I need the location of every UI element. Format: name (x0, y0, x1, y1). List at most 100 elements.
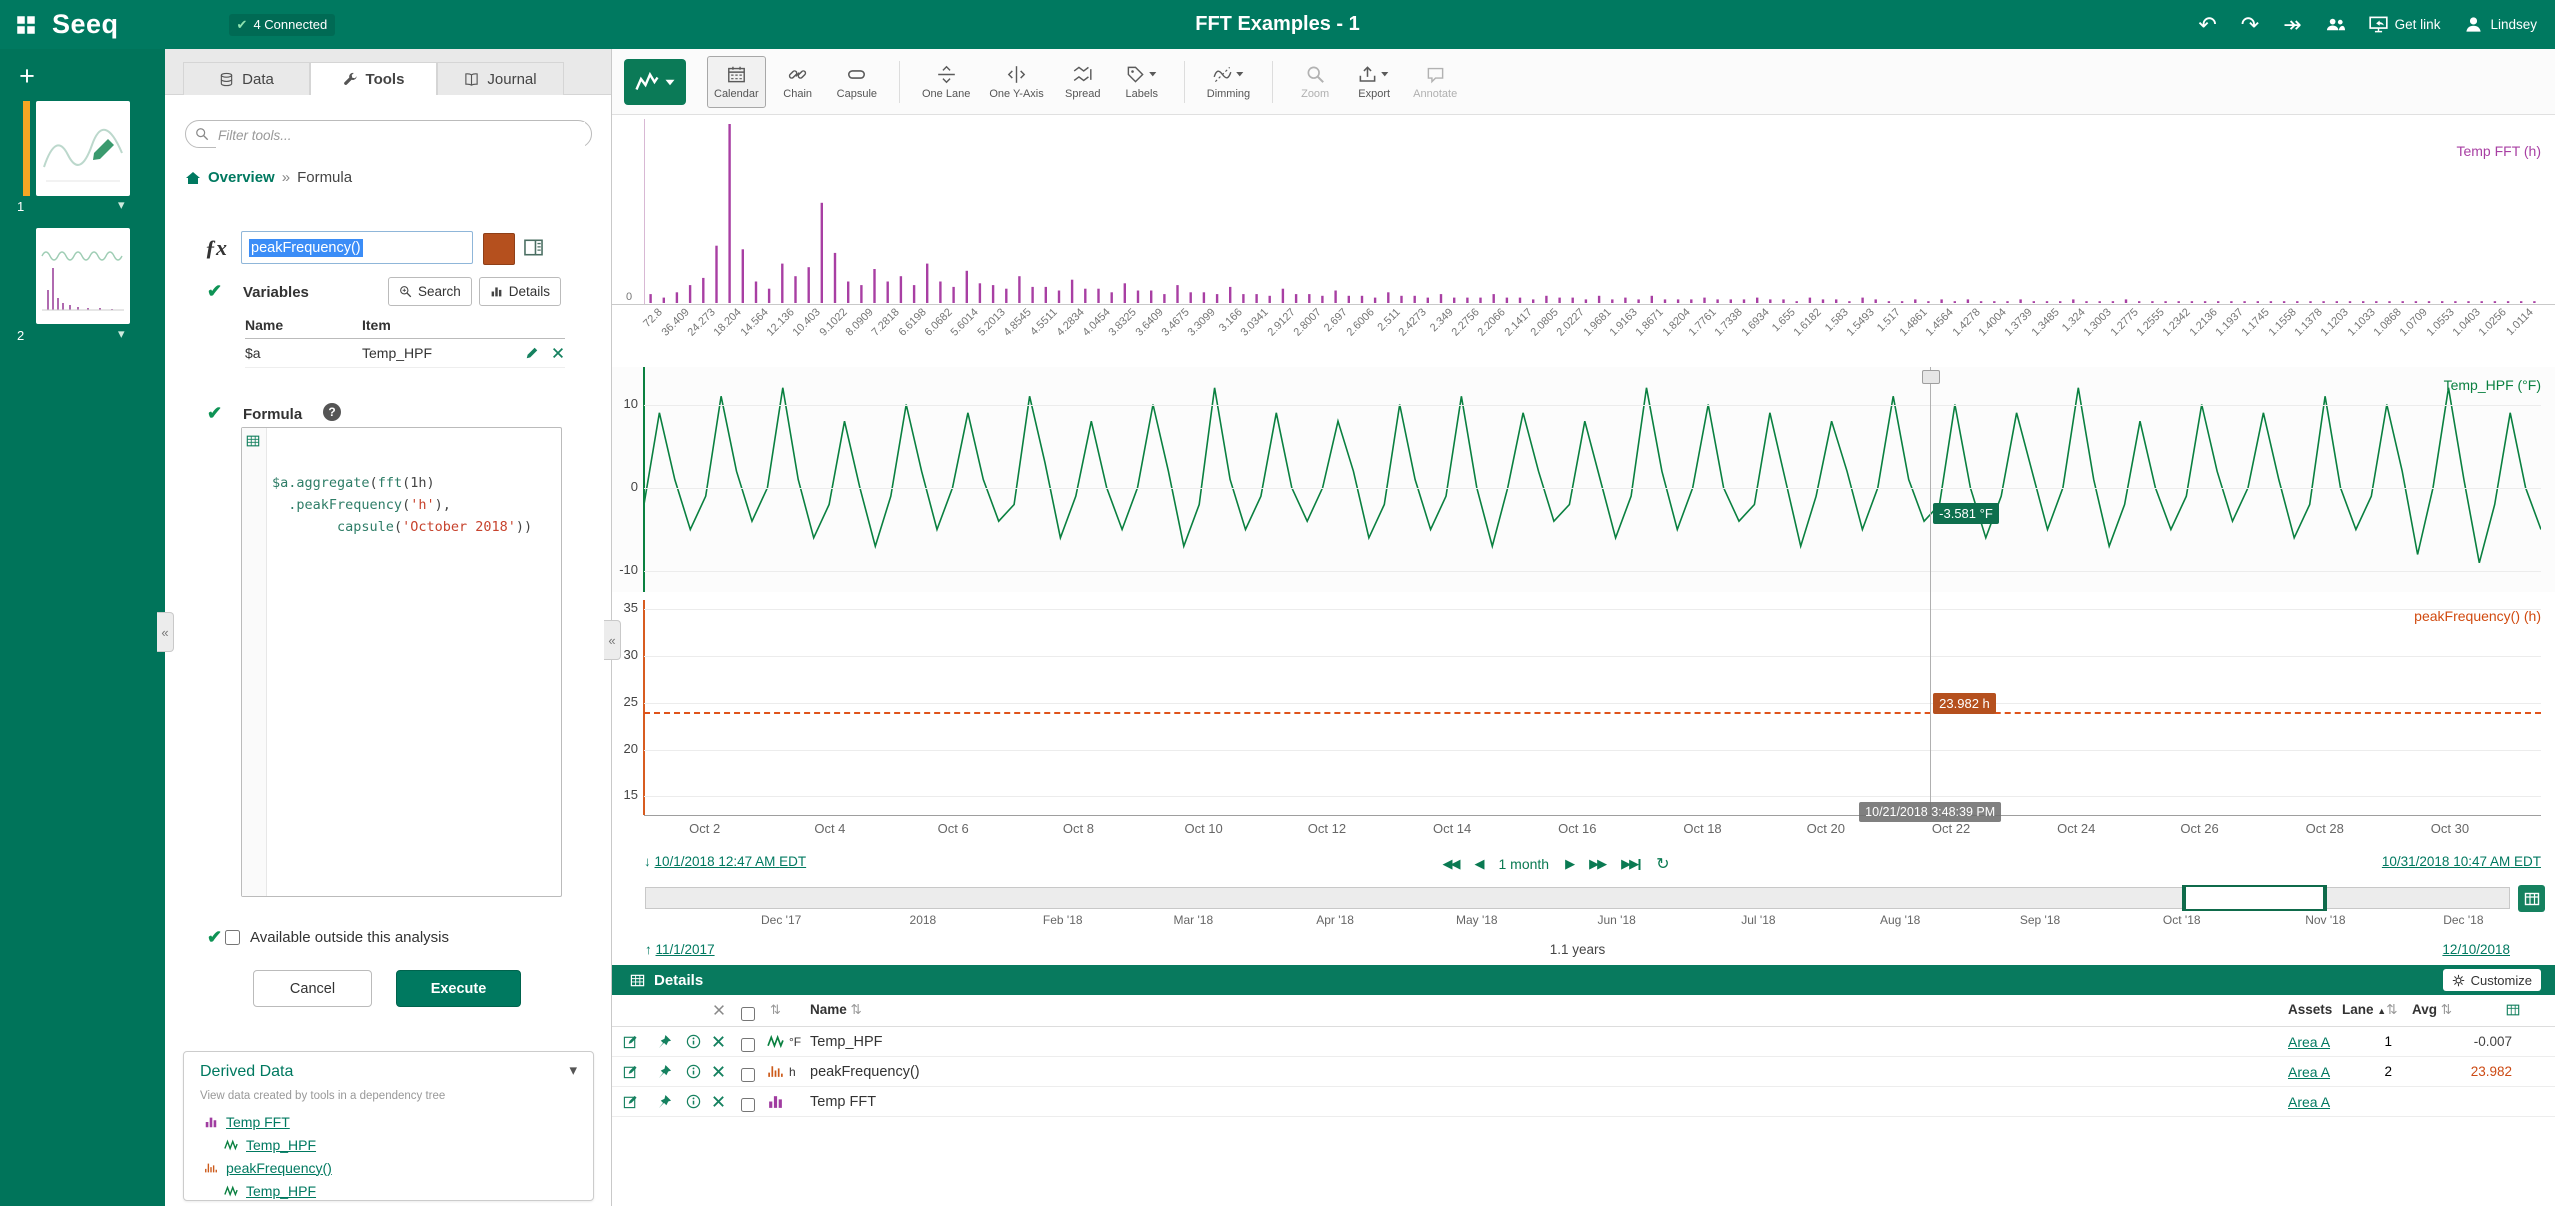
worksheet-thumbnail-1[interactable] (36, 101, 130, 196)
collapse-worksheets-handle[interactable]: « (157, 612, 174, 652)
info-icon[interactable] (686, 1094, 701, 1109)
step-to-end-icon[interactable]: ▶▶ (1621, 856, 1640, 872)
details-row[interactable]: Temp FFTArea A (612, 1087, 2555, 1117)
available-outside-checkbox[interactable] (225, 930, 240, 945)
help-icon[interactable]: ? (323, 403, 341, 421)
step-forward-icon[interactable]: ▶ (1565, 856, 1573, 872)
formula-code-editor[interactable]: $a.aggregate(fft(1h) .peakFrequency('h')… (241, 427, 562, 897)
range-end[interactable]: 10/31/2018 10:47 AM EDT (2382, 854, 2541, 869)
remove-icon[interactable] (711, 1034, 726, 1049)
remove-icon[interactable] (711, 1094, 726, 1109)
step-forward-fast-icon[interactable]: ▶▶ (1589, 856, 1605, 872)
remove-all-icon[interactable] (712, 1003, 726, 1017)
step-back-icon[interactable]: ◀ (1475, 856, 1483, 872)
forward-icon[interactable]: ↠ (2283, 14, 2301, 36)
tab-journal[interactable]: Journal (437, 62, 564, 95)
edit-icon[interactable] (623, 1064, 638, 1079)
asset-link[interactable]: Area A (2288, 1094, 2330, 1110)
add-column-icon[interactable] (2506, 1003, 2520, 1017)
temp-lane-label: Temp_HPF (°F) (2444, 377, 2541, 393)
toolbar-chain-button[interactable]: Chain (771, 56, 825, 108)
column-name[interactable]: Name ⇅ (810, 1002, 862, 1018)
get-link-button[interactable]: Get link (2369, 15, 2441, 34)
timeline-calendar-icon[interactable] (2518, 885, 2545, 912)
chevron-down-icon[interactable]: ▾ (569, 1061, 577, 1079)
worksheet-thumbnail-2[interactable] (36, 228, 130, 324)
select-checkbox[interactable] (741, 1068, 755, 1082)
asset-link[interactable]: Area A (2288, 1064, 2330, 1080)
derived-item-link[interactable]: Temp_HPF (246, 1137, 316, 1153)
edit-icon[interactable] (623, 1094, 638, 1109)
details-row[interactable]: hpeakFrequency()Area A223.982 (612, 1057, 2555, 1087)
asset-link[interactable]: Area A (2288, 1034, 2330, 1050)
user-menu[interactable]: Lindsey (2464, 15, 2537, 34)
cancel-button[interactable]: Cancel (253, 970, 372, 1007)
connected-badge[interactable]: ✔4 Connected (229, 14, 336, 36)
range-start[interactable]: ↓ 10/1/2018 12:47 AM EDT (644, 854, 806, 869)
derived-item-link[interactable]: Temp FFT (226, 1114, 290, 1130)
toolbar-labels-button[interactable]: Labels (1115, 56, 1169, 108)
details-row[interactable]: °FTemp_HPFArea A1-0.007 (612, 1027, 2555, 1057)
pin-icon[interactable] (657, 1094, 672, 1109)
formula-name-input[interactable]: peakFrequency() (241, 231, 473, 264)
select-checkbox[interactable] (741, 1038, 755, 1052)
info-icon[interactable] (686, 1034, 701, 1049)
filter-tools-input[interactable] (216, 122, 585, 148)
refresh-icon[interactable]: ↻ (1656, 854, 1669, 874)
toolbar-dimming-button[interactable]: Dimming (1200, 56, 1257, 108)
chevron-down-icon[interactable]: ▾ (118, 197, 125, 213)
derived-item-link[interactable]: peakFrequency() (226, 1160, 332, 1176)
users-icon[interactable] (2326, 15, 2345, 34)
customize-button[interactable]: Customize (2443, 969, 2541, 991)
breadcrumb-overview-link[interactable]: Overview (208, 169, 275, 186)
toolbar-label: Export (1358, 88, 1390, 100)
toolbar-one-lane-button[interactable]: One Lane (915, 56, 977, 108)
column-lane[interactable]: Lane ▲⇅ (2342, 1002, 2398, 1018)
toolbar-spread-button[interactable]: Spread (1056, 56, 1110, 108)
edit-variable-icon[interactable] (525, 346, 539, 360)
duration-label[interactable]: 1 month (1499, 856, 1550, 872)
collapse-tools-handle[interactable]: « (604, 620, 621, 660)
tab-data[interactable]: Data (183, 62, 310, 95)
timeline-selection[interactable] (2182, 885, 2327, 911)
column-avg[interactable]: Avg ⇅ (2412, 1002, 2452, 1018)
apps-grid-icon[interactable] (16, 15, 36, 35)
step-back-fast-icon[interactable]: ◀◀ (1443, 856, 1459, 872)
toolbar-export-button[interactable]: Export (1347, 56, 1401, 108)
remove-icon[interactable] (711, 1064, 726, 1079)
add-worksheet-button[interactable]: + (10, 59, 44, 93)
sort-icon[interactable]: ⇅ (770, 1002, 781, 1018)
remove-variable-icon[interactable] (551, 346, 565, 360)
chart-toolbar: CalendarChainCapsule One LaneOne Y-AxisSp… (612, 49, 2555, 115)
display-mode-button[interactable] (624, 59, 686, 105)
investigate-start[interactable]: ↑ 11/1/2017 (645, 942, 715, 957)
zoom-icon (1306, 65, 1325, 84)
variable-details-button[interactable]: Details (479, 277, 561, 306)
trend-view: CalendarChainCapsule One LaneOne Y-AxisSp… (612, 49, 2555, 1206)
chevron-down-icon[interactable]: ▾ (118, 326, 125, 342)
home-icon[interactable] (185, 170, 201, 186)
x-axis-tick-label: Oct 6 (938, 821, 969, 836)
tab-tools[interactable]: Tools (310, 62, 437, 95)
toolbar-one-y-axis-button[interactable]: One Y-Axis (982, 56, 1050, 108)
info-icon[interactable] (686, 1064, 701, 1079)
insert-table-icon[interactable] (246, 434, 260, 448)
investigate-end[interactable]: 12/10/2018 (2442, 942, 2510, 957)
variable-search-button[interactable]: Search (388, 277, 472, 306)
column-assets[interactable]: Assets (2288, 1002, 2332, 1017)
pin-icon[interactable] (657, 1034, 672, 1049)
derived-item-link[interactable]: Temp_HPF (246, 1183, 316, 1199)
select-checkbox[interactable] (741, 1098, 755, 1112)
execute-button[interactable]: Execute (396, 970, 521, 1007)
toolbar-calendar-button[interactable]: Calendar (707, 56, 766, 108)
select-all-checkbox[interactable] (741, 1007, 755, 1021)
cursor-handle[interactable] (1922, 370, 1940, 384)
edit-icon[interactable] (623, 1034, 638, 1049)
editor-layout-icon[interactable] (523, 237, 544, 258)
pin-icon[interactable] (657, 1064, 672, 1079)
undo-icon[interactable]: ↶ (2198, 14, 2216, 36)
redo-icon[interactable]: ↷ (2241, 14, 2259, 36)
variables-table: NameItem $a Temp_HPF (245, 317, 565, 368)
toolbar-capsule-button[interactable]: Capsule (830, 56, 884, 108)
color-swatch-button[interactable] (483, 233, 515, 265)
